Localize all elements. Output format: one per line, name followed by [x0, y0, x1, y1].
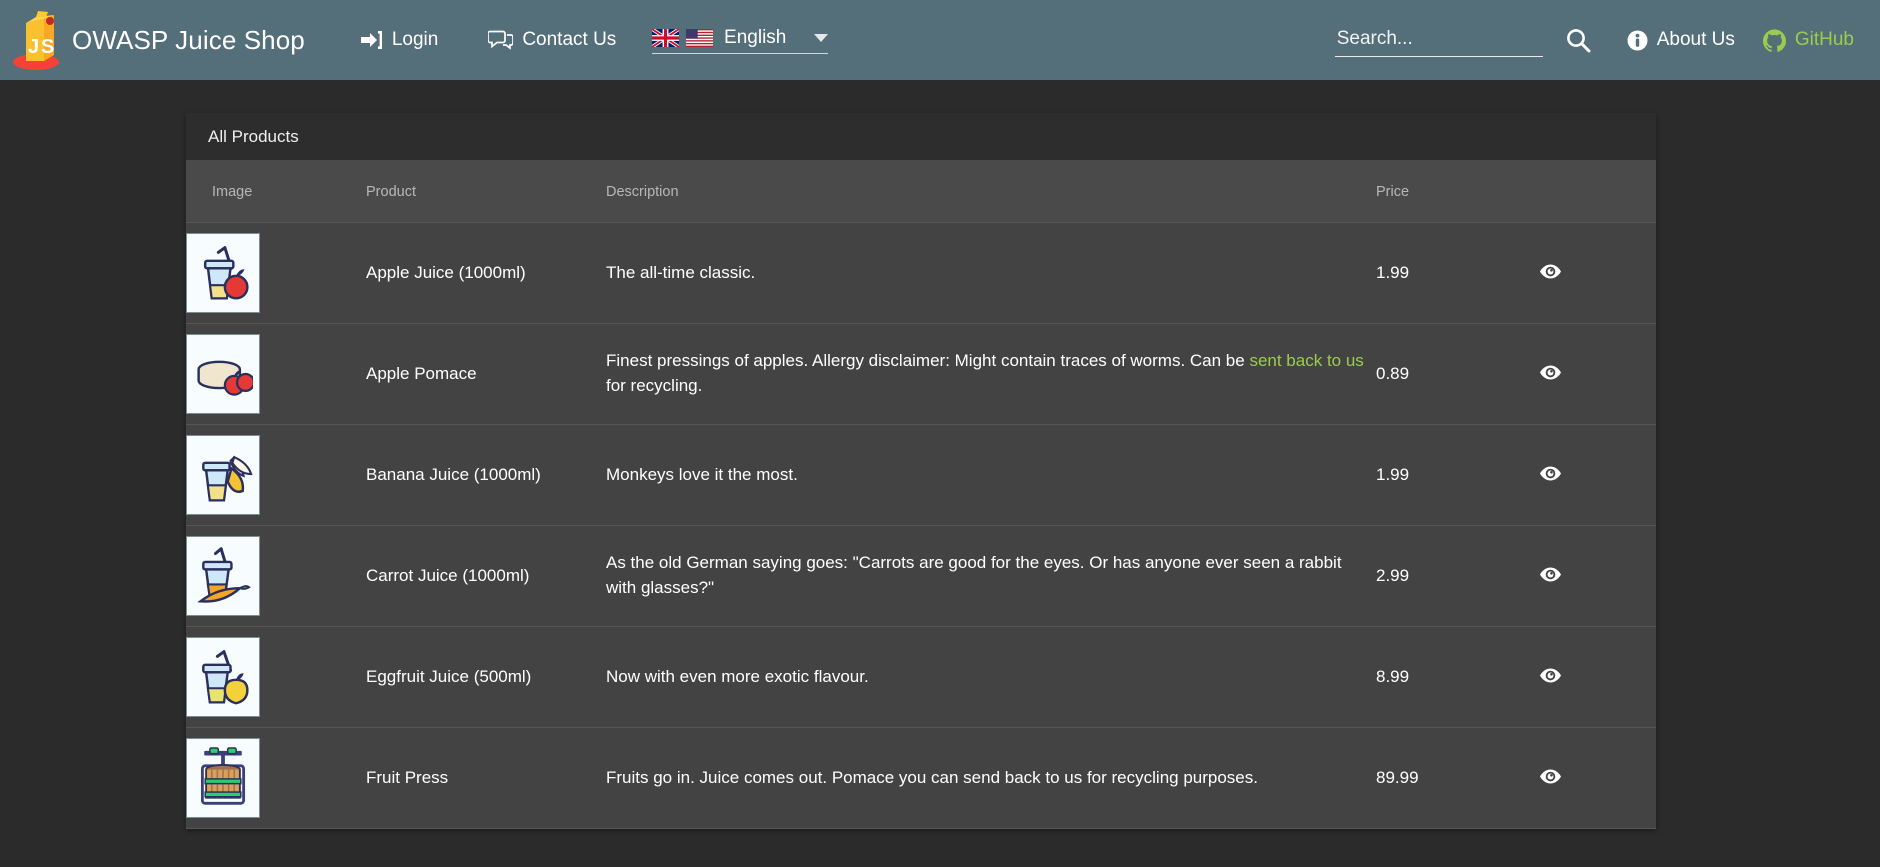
search-input[interactable]	[1335, 26, 1543, 57]
products-table-body: Apple Juice (1000ml)The all-time classic…	[186, 223, 1656, 829]
product-name: Apple Juice (1000ml)	[366, 223, 606, 324]
product-name: Eggfruit Juice (500ml)	[366, 627, 606, 728]
github-label: GitHub	[1795, 29, 1854, 51]
juice-carton-logo-icon: J S	[8, 9, 64, 71]
toolbar-right-group: About Us GitHub	[1617, 23, 1864, 58]
column-header-action	[1536, 160, 1656, 223]
description-text: Finest pressings of apples. Allergy disc…	[606, 351, 1249, 370]
product-description: As the old German saying goes: "Carrots …	[606, 526, 1376, 627]
view-product-button[interactable]	[1536, 462, 1565, 488]
fruit-press-icon[interactable]	[186, 738, 260, 818]
about-us-label: About Us	[1657, 29, 1735, 51]
product-price: 89.99	[1376, 728, 1536, 829]
brand[interactable]: J S OWASP Juice Shop	[8, 9, 305, 71]
product-action-cell	[1536, 526, 1656, 627]
search-icon	[1565, 27, 1591, 53]
eggfruit-juice-cup-icon[interactable]	[186, 637, 260, 717]
search-area	[1335, 23, 1601, 57]
product-action-cell	[1536, 223, 1656, 324]
brand-title: OWASP Juice Shop	[72, 25, 305, 56]
product-description: Monkeys love it the most.	[606, 425, 1376, 526]
product-image-cell	[186, 526, 366, 627]
svg-text:J: J	[28, 36, 39, 58]
products-table: Image Product Description Price Apple Ju…	[186, 160, 1656, 829]
eye-icon	[1540, 365, 1561, 383]
view-product-button[interactable]	[1536, 260, 1565, 286]
product-name: Fruit Press	[366, 728, 606, 829]
page-title: All Products	[208, 127, 299, 147]
eye-icon	[1540, 769, 1561, 787]
view-product-button[interactable]	[1536, 664, 1565, 690]
product-image-cell	[186, 728, 366, 829]
table-row[interactable]: Apple PomaceFinest pressings of apples. …	[186, 324, 1656, 425]
product-image-cell	[186, 324, 366, 425]
product-name: Banana Juice (1000ml)	[366, 425, 606, 526]
column-header-image[interactable]: Image	[186, 160, 366, 223]
info-circle-icon	[1627, 30, 1648, 51]
product-price: 1.99	[1376, 425, 1536, 526]
product-description: Fruits go in. Juice comes out. Pomace yo…	[606, 728, 1376, 829]
description-link[interactable]: sent back to us	[1249, 351, 1363, 370]
eye-icon	[1540, 264, 1561, 282]
product-price: 8.99	[1376, 627, 1536, 728]
contact-us-label: Contact Us	[522, 29, 616, 51]
product-action-cell	[1536, 324, 1656, 425]
column-header-product[interactable]: Product	[366, 160, 606, 223]
product-name: Apple Pomace	[366, 324, 606, 425]
product-image-cell	[186, 627, 366, 728]
description-text-tail: for recycling.	[606, 376, 702, 395]
app-toolbar: J S OWASP Juice Shop Login Contact Us	[0, 0, 1880, 80]
product-name: Carrot Juice (1000ml)	[366, 526, 606, 627]
product-image-cell	[186, 223, 366, 324]
product-description: Now with even more exotic flavour.	[606, 627, 1376, 728]
language-label: English	[724, 27, 808, 49]
table-header-row: Image Product Description Price	[186, 160, 1656, 223]
flag-icons	[652, 28, 716, 47]
svg-text:S: S	[41, 36, 54, 58]
column-header-description[interactable]: Description	[606, 160, 1376, 223]
apple-juice-cup-icon[interactable]	[186, 233, 260, 313]
contact-us-button[interactable]: Contact Us	[478, 23, 626, 57]
login-label: Login	[392, 29, 439, 51]
product-action-cell	[1536, 728, 1656, 829]
eye-icon	[1540, 668, 1561, 686]
product-price: 2.99	[1376, 526, 1536, 627]
about-us-button[interactable]: About Us	[1617, 23, 1745, 57]
all-products-card: All Products Image Product Description P…	[186, 113, 1656, 829]
product-action-cell	[1536, 627, 1656, 728]
sign-in-icon	[361, 30, 383, 50]
page-content: All Products Image Product Description P…	[0, 80, 1880, 867]
product-image-cell	[186, 425, 366, 526]
search-button[interactable]	[1543, 23, 1601, 57]
chevron-down-icon[interactable]	[814, 34, 828, 42]
product-description: Finest pressings of apples. Allergy disc…	[606, 324, 1376, 425]
view-product-button[interactable]	[1536, 361, 1565, 387]
carrot-juice-cup-icon[interactable]	[186, 536, 260, 616]
view-product-button[interactable]	[1536, 563, 1565, 589]
table-row[interactable]: Carrot Juice (1000ml)As the old German s…	[186, 526, 1656, 627]
login-button[interactable]: Login	[351, 23, 449, 57]
github-button[interactable]: GitHub	[1753, 23, 1864, 58]
uk-flag-icon	[652, 29, 679, 47]
table-row[interactable]: Fruit PressFruits go in. Juice comes out…	[186, 728, 1656, 829]
product-action-cell	[1536, 425, 1656, 526]
banana-juice-cup-icon[interactable]	[186, 435, 260, 515]
language-selector[interactable]: English	[652, 27, 828, 54]
product-price: 1.99	[1376, 223, 1536, 324]
table-row[interactable]: Banana Juice (1000ml)Monkeys love it the…	[186, 425, 1656, 526]
speech-bubbles-icon	[488, 30, 513, 50]
card-header: All Products	[186, 113, 1656, 160]
eye-icon	[1540, 466, 1561, 484]
table-row[interactable]: Eggfruit Juice (500ml)Now with even more…	[186, 627, 1656, 728]
product-description: The all-time classic.	[606, 223, 1376, 324]
us-flag-icon	[686, 29, 713, 47]
github-icon	[1763, 29, 1786, 52]
table-row[interactable]: Apple Juice (1000ml)The all-time classic…	[186, 223, 1656, 324]
eye-icon	[1540, 567, 1561, 585]
view-product-button[interactable]	[1536, 765, 1565, 791]
products-table-head: Image Product Description Price	[186, 160, 1656, 223]
product-price: 0.89	[1376, 324, 1536, 425]
apple-pomace-icon[interactable]	[186, 334, 260, 414]
column-header-price[interactable]: Price	[1376, 160, 1536, 223]
